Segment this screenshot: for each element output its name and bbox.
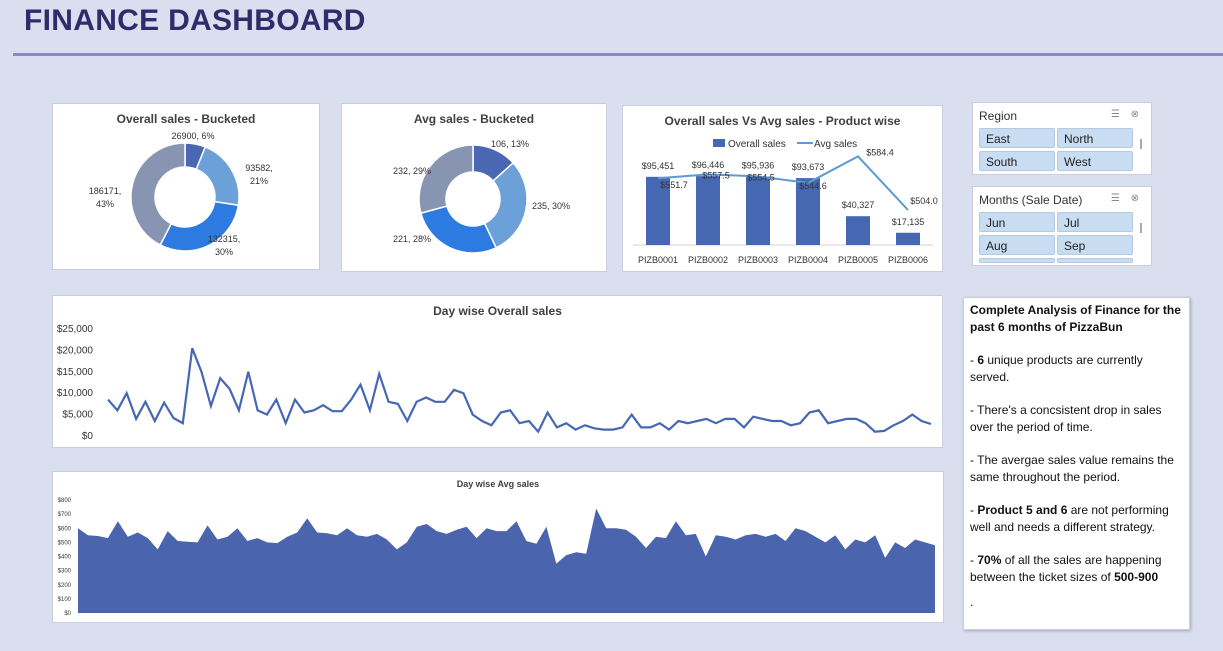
bar-overall[interactable] bbox=[746, 176, 770, 245]
bar-label: $40,327 bbox=[842, 200, 875, 210]
donut-svg: 106, 13% 235, 30% 221, 28% 232, 29% bbox=[393, 139, 570, 254]
slicer-item-west[interactable]: West bbox=[1057, 151, 1133, 171]
legend-overall-label: Overall sales bbox=[728, 139, 786, 150]
slicer-item-partial[interactable] bbox=[979, 258, 1055, 263]
slice-label: 235, 30% bbox=[532, 201, 570, 211]
area-svg: $800 $700 $600 $500 $400 $300 $200 $100 $0 bbox=[58, 498, 935, 617]
y-tick-label: $300 bbox=[58, 569, 72, 575]
slicer-item-south[interactable]: South bbox=[979, 151, 1055, 171]
legend-overall-swatch bbox=[713, 139, 725, 147]
y-tick-label: $0 bbox=[64, 611, 71, 617]
bar-overall[interactable] bbox=[896, 232, 920, 245]
y-tick-label: $800 bbox=[58, 498, 72, 504]
page-title: FINANCE DASHBOARD bbox=[24, 4, 366, 37]
y-tick-label: $5,000 bbox=[62, 410, 93, 421]
note-sales-drop: - There's a concsistent drop in sales ov… bbox=[970, 403, 1162, 434]
slicer-item-jun[interactable]: Jun bbox=[979, 212, 1055, 232]
overall-sales-line[interactable] bbox=[107, 347, 932, 434]
slicer-scrollbar[interactable] bbox=[1140, 139, 1142, 149]
notes-heading: Complete Analysis of Finance for the pas… bbox=[970, 303, 1181, 334]
slicer-item-east[interactable]: East bbox=[979, 128, 1055, 148]
donut-slice[interactable] bbox=[418, 144, 474, 215]
slicer-item-sep[interactable]: Sep bbox=[1057, 235, 1133, 255]
slice-label: 43% bbox=[96, 199, 114, 209]
y-tick-label: $0 bbox=[82, 431, 94, 442]
avg-sales-area[interactable] bbox=[78, 508, 935, 614]
y-tick-label: $200 bbox=[58, 583, 72, 589]
y-tick-label: $100 bbox=[58, 597, 72, 603]
bar-label: $17,135 bbox=[892, 217, 925, 227]
slice-label: 106, 13% bbox=[491, 139, 529, 149]
slicer-item-partial[interactable] bbox=[1057, 258, 1133, 263]
category-label: PIZB0006 bbox=[888, 255, 928, 265]
slice-label: 232, 29% bbox=[393, 166, 431, 176]
region-slicer[interactable]: Region ☰ ⊗ East North South West bbox=[972, 102, 1152, 175]
day-wise-avg-sales-chart[interactable]: Day wise Avg sales $800 $700 $600 $500 $400 $… bbox=[52, 471, 944, 623]
slice-label: 26900, 6% bbox=[171, 131, 214, 141]
donut-slice[interactable] bbox=[419, 205, 498, 254]
y-tick-label: $600 bbox=[58, 526, 72, 532]
slice-label: 30% bbox=[215, 247, 233, 257]
y-tick-label: $700 bbox=[58, 512, 72, 518]
bar-label: $96,446 bbox=[692, 160, 725, 170]
day-wise-overall-sales-chart[interactable]: Day wise Overall sales $25,000 $20,000 $15… bbox=[52, 295, 943, 448]
donut-svg: 26900, 6% 93582, 21% 132315, 30% 186171, 43% bbox=[89, 131, 273, 257]
overall-sales-bucketed-chart[interactable]: Overall sales - Bucketed 26900, 6% 93582,… bbox=[52, 103, 320, 270]
slicer-title: Months (Sale Date) bbox=[979, 193, 1083, 207]
slice-label: 21% bbox=[250, 176, 268, 186]
combo-svg: Overall sales Avg sales $95,451 PIZB0001 $… bbox=[633, 139, 938, 265]
line-label: $557.5 bbox=[702, 170, 730, 180]
category-label: PIZB0001 bbox=[638, 255, 678, 265]
y-tick-label: $15,000 bbox=[57, 367, 94, 378]
y-tick-label: $10,000 bbox=[57, 388, 94, 399]
category-label: PIZB0002 bbox=[688, 255, 728, 265]
note-dot: . bbox=[970, 595, 974, 609]
bar-label: $95,451 bbox=[642, 161, 675, 171]
line-label: $584.4 bbox=[866, 147, 894, 157]
analysis-notes: Complete Analysis of Finance for the pas… bbox=[963, 297, 1190, 630]
slicer-title: Region bbox=[979, 109, 1018, 123]
note-product-5-6: - Product 5 and 6 are not performing wel… bbox=[970, 503, 1169, 534]
slicer-scrollbar[interactable] bbox=[1140, 223, 1142, 233]
slice-label: 93582, bbox=[245, 163, 273, 173]
bar-overall[interactable] bbox=[696, 176, 720, 245]
slice-label: 221, 28% bbox=[393, 234, 431, 244]
note-unique-products: - 6 unique products are currently served… bbox=[970, 353, 1143, 384]
multi-select-icon[interactable]: ☰ ⊗ bbox=[1111, 193, 1143, 204]
slice-label: 132315, bbox=[208, 234, 241, 244]
note-ticket-sizes: - 70% of all the sales are happening bet… bbox=[970, 553, 1162, 584]
slicer-item-aug[interactable]: Aug bbox=[979, 235, 1055, 255]
line-label: $504.0 bbox=[910, 196, 938, 206]
category-label: PIZB0003 bbox=[738, 255, 778, 265]
avg-sales-bucketed-chart[interactable]: Avg sales - Bucketed 106, 13% 235, 30% 221… bbox=[341, 103, 607, 272]
slicer-item-north[interactable]: North bbox=[1057, 128, 1133, 148]
y-tick-label: $25,000 bbox=[57, 324, 94, 335]
bar-overall[interactable] bbox=[846, 216, 870, 245]
category-label: PIZB0004 bbox=[788, 255, 828, 265]
months-slicer[interactable]: Months (Sale Date) ☰ ⊗ Jun Jul Aug Sep bbox=[972, 186, 1152, 266]
bar-label: $93,673 bbox=[792, 162, 825, 172]
line-svg: $25,000 $20,000 $15,000 $10,000 $5,000 $0 bbox=[57, 324, 932, 442]
y-tick-label: $500 bbox=[58, 540, 72, 546]
line-label: $551.7 bbox=[660, 180, 688, 190]
y-tick-label: $400 bbox=[58, 555, 72, 561]
note-avg-sales: - The avergae sales value remains the sa… bbox=[970, 453, 1174, 484]
donut-slice[interactable] bbox=[195, 145, 240, 207]
slicer-item-jul[interactable]: Jul bbox=[1057, 212, 1133, 232]
slice-label: 186171, bbox=[89, 186, 122, 196]
line-label: $544.6 bbox=[799, 181, 827, 191]
legend-avg-label: Avg sales bbox=[814, 139, 857, 150]
product-wise-sales-chart[interactable]: Overall sales Vs Avg sales - Product wis… bbox=[622, 105, 943, 272]
line-label: $554.5 bbox=[747, 172, 775, 182]
bar-label: $95,936 bbox=[742, 160, 775, 170]
title-underline bbox=[13, 53, 1223, 56]
y-tick-label: $20,000 bbox=[57, 345, 94, 356]
category-label: PIZB0005 bbox=[838, 255, 878, 265]
multi-select-icon[interactable]: ☰ ⊗ bbox=[1111, 109, 1143, 120]
